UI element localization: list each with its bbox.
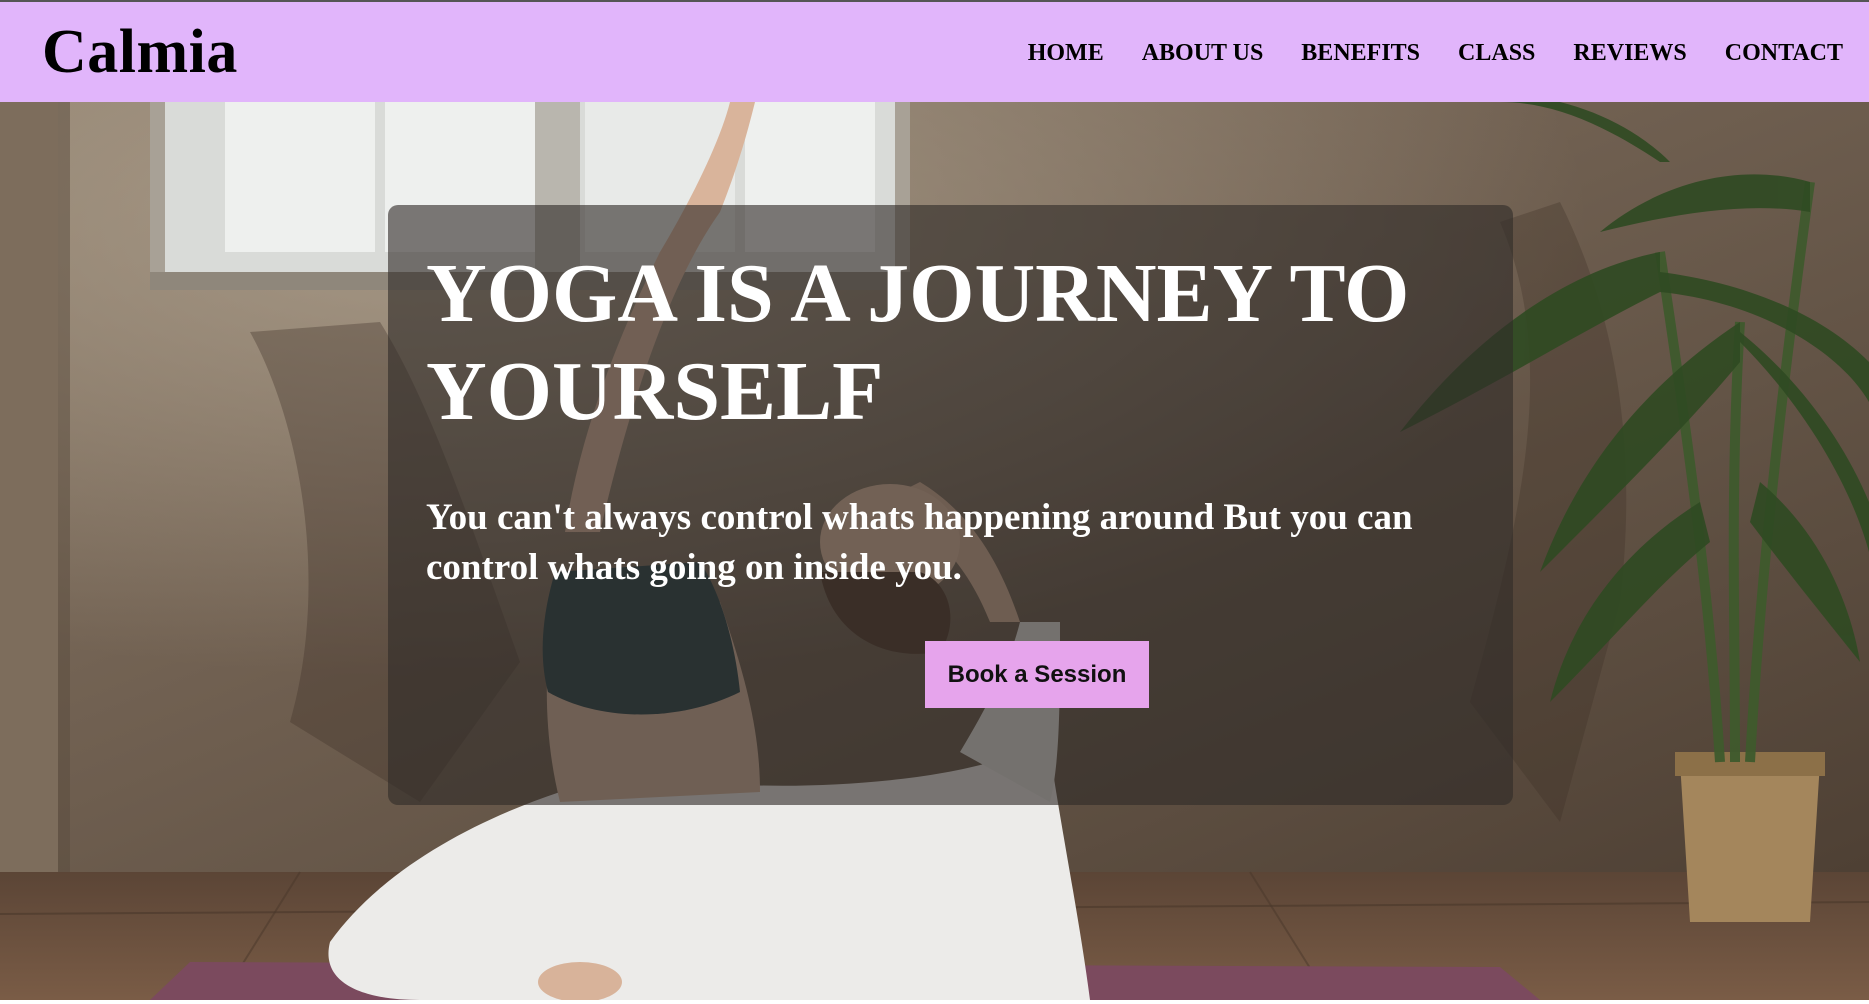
nav-item-about-us[interactable]: ABOUT US [1142,38,1264,68]
book-session-button[interactable]: Book a Session [925,641,1149,708]
navbar: Calmia HOME ABOUT US BENEFITS CLASS REVI… [0,2,1869,102]
nav-item-class[interactable]: CLASS [1458,38,1535,68]
main-nav: HOME ABOUT US BENEFITS CLASS REVIEWS CON… [1028,38,1843,68]
brand-logo[interactable]: Calmia [42,14,238,90]
nav-item-contact[interactable]: CONTACT [1725,38,1843,68]
bottom-border [0,1000,1869,1004]
hero-section: YOGA IS A JOURNEY TO YOURSELF You can't … [0,102,1869,1000]
nav-item-reviews[interactable]: REVIEWS [1573,38,1686,68]
nav-item-benefits[interactable]: BENEFITS [1301,38,1420,68]
hero-overlay-card: YOGA IS A JOURNEY TO YOURSELF You can't … [388,205,1513,805]
hero-title: YOGA IS A JOURNEY TO YOURSELF [426,247,1410,438]
hero-subtitle: You can't always control whats happening… [426,497,1413,588]
nav-item-home[interactable]: HOME [1028,38,1104,68]
